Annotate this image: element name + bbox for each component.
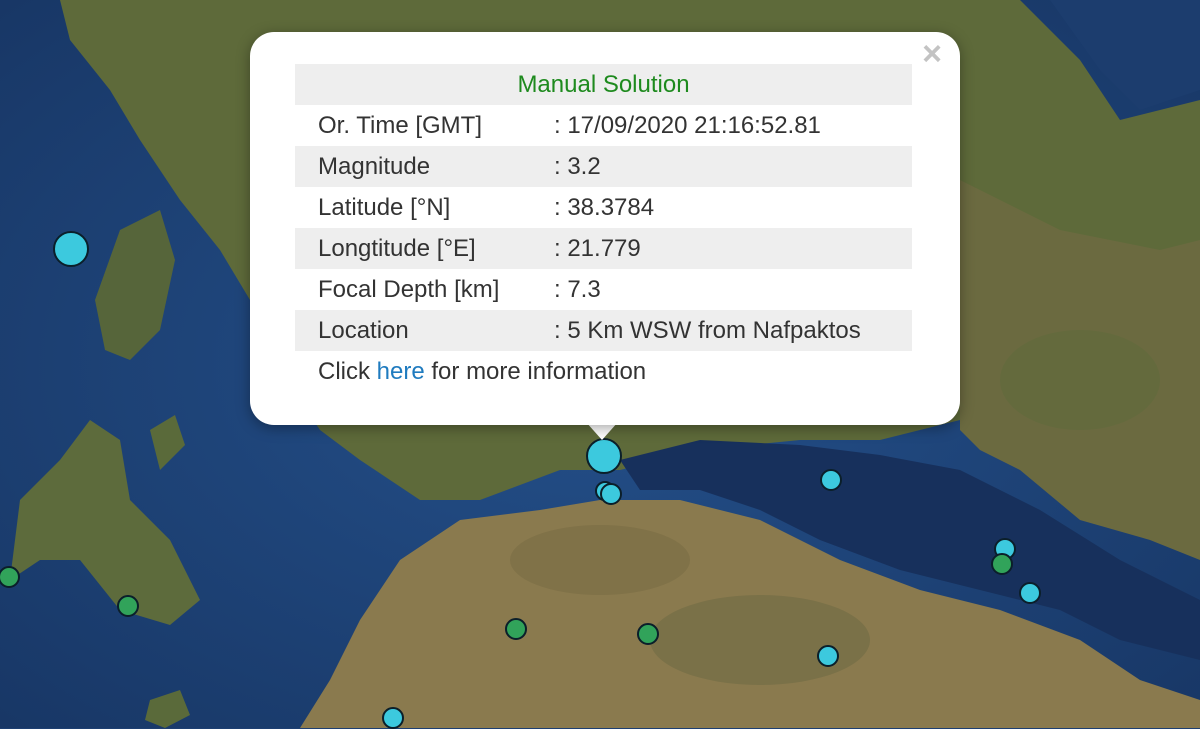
row-value: : 21.779 xyxy=(554,228,912,269)
info-row-more: Click here for more information xyxy=(295,351,912,392)
popup-title: Manual Solution xyxy=(295,64,912,105)
info-row-longitude: Longtitude [°E] : 21.779 xyxy=(295,228,912,269)
row-label: Longtitude [°E] xyxy=(295,228,554,269)
row-label: Magnitude xyxy=(295,146,554,187)
more-info-suffix: for more information xyxy=(424,357,647,385)
more-info-text: Click here for more information xyxy=(295,351,912,392)
info-row-magnitude: Magnitude : 3.2 xyxy=(295,146,912,187)
earthquake-marker[interactable] xyxy=(117,595,139,617)
earthquake-marker[interactable] xyxy=(991,553,1013,575)
mountain-patch xyxy=(1000,330,1160,430)
row-label: Or. Time [GMT] xyxy=(318,111,483,139)
more-info-prefix: Click xyxy=(318,357,377,385)
info-row-location: Location : 5 Km WSW from Nafpaktos xyxy=(295,310,912,351)
info-row-latitude: Latitude [°N] : 38.3784 xyxy=(295,187,912,228)
earthquake-marker[interactable] xyxy=(382,707,404,729)
earthquake-marker[interactable] xyxy=(505,618,527,640)
more-info-link[interactable]: here xyxy=(377,358,425,385)
row-value: : 38.3784 xyxy=(554,193,655,221)
row-value: : 5 Km WSW from Nafpaktos xyxy=(554,310,912,351)
earthquake-marker[interactable] xyxy=(820,469,842,491)
earthquake-info-table: Manual Solution Or. Time [GMT] : 17/09/2… xyxy=(295,64,912,392)
mountain-patch xyxy=(510,525,690,595)
row-value: : 7.3 xyxy=(554,275,601,303)
row-label: Latitude [°N] xyxy=(318,193,451,221)
earthquake-marker[interactable] xyxy=(53,231,89,267)
info-row-origin-time: Or. Time [GMT] : 17/09/2020 21:16:52.81 xyxy=(295,105,912,146)
mountain-patch xyxy=(650,595,870,685)
earthquake-marker[interactable] xyxy=(1019,582,1041,604)
row-label: Location xyxy=(295,310,554,351)
row-value: : 3.2 xyxy=(554,146,912,187)
earthquake-marker-selected[interactable] xyxy=(586,438,622,474)
earthquake-marker[interactable] xyxy=(817,645,839,667)
earthquake-marker[interactable] xyxy=(600,483,622,505)
close-icon[interactable]: × xyxy=(918,37,946,71)
row-value: : 17/09/2020 21:16:52.81 xyxy=(554,111,821,139)
earthquake-info-popup: × Manual Solution Or. Time [GMT] : 17/09… xyxy=(250,32,960,425)
info-row-focal-depth: Focal Depth [km] : 7.3 xyxy=(295,269,912,310)
earthquake-marker[interactable] xyxy=(637,623,659,645)
row-label: Focal Depth [km] xyxy=(318,275,500,303)
